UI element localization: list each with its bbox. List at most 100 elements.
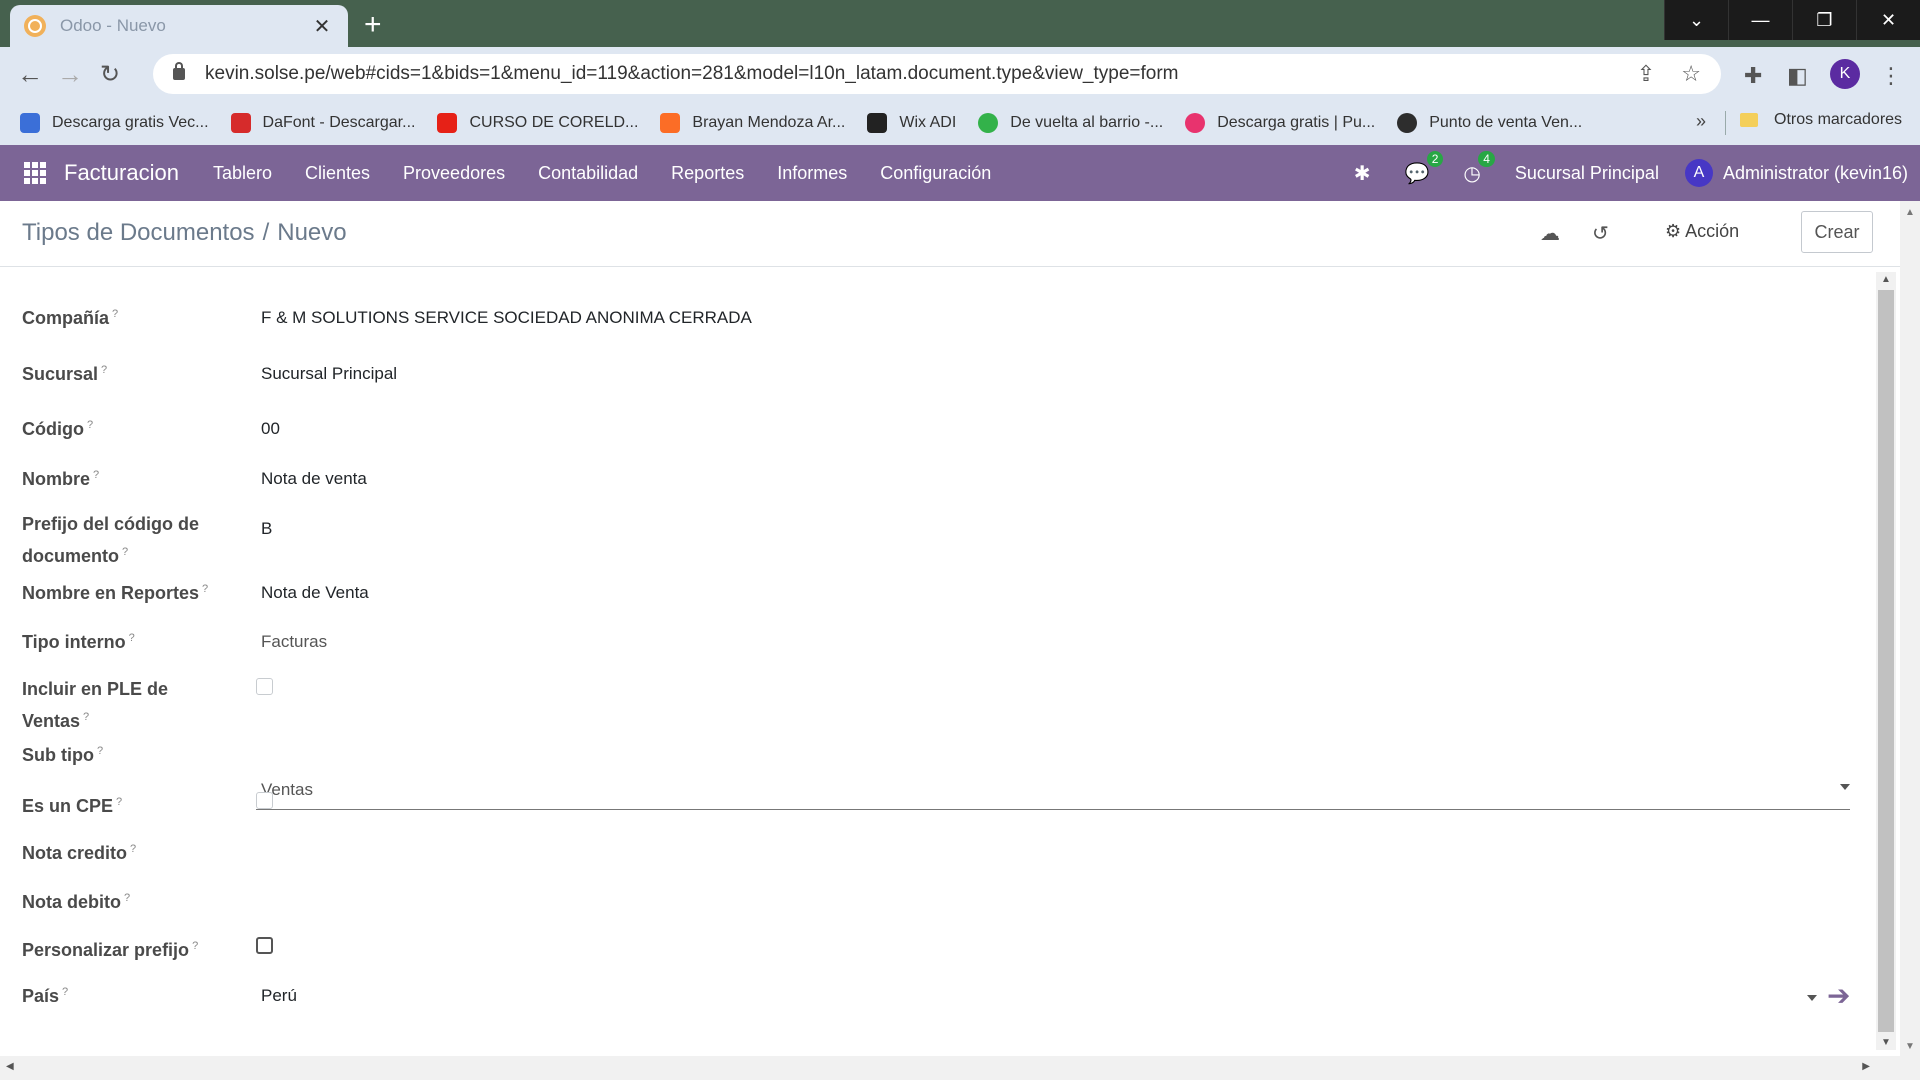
folder-icon	[1740, 113, 1758, 127]
personalizar-prefijo-checkbox[interactable]	[256, 937, 273, 954]
scroll-down-icon[interactable]: ▼	[1905, 1041, 1915, 1052]
restore-button[interactable]: ❐	[1792, 0, 1856, 40]
control-panel: Tipos de Documentos / Nuevo ☁ ↺ ⚙ Acción C…	[0, 201, 1900, 267]
help-tooltip-icon[interactable]: ?	[130, 843, 136, 855]
help-tooltip-icon[interactable]: ?	[122, 546, 128, 558]
bookmark-item[interactable]: Wix ADI	[867, 113, 956, 133]
tab-search-icon[interactable]: ⌄	[1664, 0, 1728, 40]
debug-bug-icon[interactable]: ✱	[1354, 161, 1371, 186]
bookmark-item[interactable]: Descarga gratis Vec...	[20, 113, 209, 133]
forward-icon[interactable]: →	[50, 59, 90, 90]
nombre-field[interactable]: Nota de venta	[261, 469, 367, 489]
help-tooltip-icon[interactable]: ?	[62, 986, 68, 998]
help-tooltip-icon[interactable]: ?	[101, 364, 107, 376]
scroll-up-icon[interactable]: ▲	[1905, 207, 1915, 218]
help-tooltip-icon[interactable]: ?	[112, 308, 118, 320]
other-bookmarks[interactable]: Otros marcadores	[1740, 111, 1902, 129]
new-tab-button[interactable]: +	[364, 8, 382, 42]
minimize-button[interactable]: —	[1728, 0, 1792, 40]
help-tooltip-icon[interactable]: ?	[83, 711, 89, 723]
help-tooltip-icon[interactable]: ?	[87, 419, 93, 431]
sub-tipo-select[interactable]: Ventas	[256, 770, 1850, 810]
pais-label: País?	[22, 986, 69, 1006]
help-tooltip-icon[interactable]: ?	[116, 796, 122, 808]
share-icon[interactable]: ⇪	[1637, 61, 1655, 87]
scrollbar-thumb[interactable]	[1878, 290, 1894, 1032]
back-icon[interactable]: ←	[10, 59, 50, 90]
branch-switcher[interactable]: Sucursal Principal	[1515, 163, 1659, 184]
save-cloud-icon[interactable]: ☁	[1540, 221, 1560, 246]
close-window-button[interactable]: ✕	[1856, 0, 1920, 40]
reload-icon[interactable]: ↻	[90, 60, 130, 89]
external-link-arrow-icon[interactable]: ➔	[1827, 979, 1850, 1012]
wix-icon	[867, 113, 888, 133]
menu-contabilidad[interactable]: Contabilidad	[538, 163, 638, 184]
messages-icon[interactable]: 💬 2	[1405, 150, 1444, 186]
bookmark-star-icon[interactable]: ☆	[1681, 61, 1701, 87]
url-bar[interactable]: kevin.solse.pe/web#cids=1&bids=1&menu_id…	[153, 54, 1721, 94]
bookmark-label: DaFont - Descargar...	[262, 114, 416, 131]
incluir-ple-checkbox[interactable]	[256, 678, 273, 695]
bookmark-favicon-icon	[1397, 113, 1418, 133]
bookmark-item[interactable]: De vuelta al barrio -...	[978, 113, 1163, 133]
help-tooltip-icon[interactable]: ?	[97, 745, 103, 757]
nota-credito-label: Nota credito?	[22, 843, 137, 863]
compania-field[interactable]: F & M SOLUTIONS SERVICE SOCIEDAD ANONIMA…	[261, 308, 752, 328]
form-vertical-scrollbar[interactable]: ▲ ▼	[1876, 272, 1896, 1050]
bookmark-item[interactable]: Brayan Mendoza Ar...	[660, 113, 845, 133]
menu-proveedores[interactable]: Proveedores	[403, 163, 505, 184]
menu-tablero[interactable]: Tablero	[213, 163, 272, 184]
more-bookmarks-icon[interactable]: »	[1696, 111, 1706, 132]
help-tooltip-icon[interactable]: ?	[192, 940, 198, 952]
close-tab-icon[interactable]: ✕	[310, 14, 334, 39]
help-tooltip-icon[interactable]: ?	[93, 469, 99, 481]
horizontal-scrollbar[interactable]: ◀ ▶	[0, 1056, 1900, 1080]
prefijo-field[interactable]: B	[261, 519, 272, 539]
user-menu[interactable]: Administrator (kevin16)	[1723, 163, 1908, 184]
profile-avatar[interactable]: K	[1830, 59, 1860, 89]
help-tooltip-icon[interactable]: ?	[129, 632, 135, 644]
sucursal-label: Sucursal?	[22, 364, 108, 384]
nombre-reportes-field[interactable]: Nota de Venta	[261, 583, 369, 603]
app-name[interactable]: Facturacion	[64, 160, 179, 186]
tipo-interno-field: Facturas	[261, 632, 328, 651]
activities-badge: 4	[1478, 150, 1495, 167]
gitlab-icon	[660, 113, 681, 133]
pais-field[interactable]: Perú	[261, 986, 297, 1006]
side-panel-icon[interactable]: ◧	[1787, 63, 1808, 89]
help-tooltip-icon[interactable]: ?	[124, 892, 130, 904]
menu-configuracion[interactable]: Configuración	[880, 163, 991, 184]
extensions-icon[interactable]: ✚	[1744, 63, 1762, 89]
es-cpe-checkbox[interactable]	[256, 792, 273, 809]
create-button[interactable]: Crear	[1801, 211, 1873, 253]
url-text[interactable]: kevin.solse.pe/web#cids=1&bids=1&menu_id…	[205, 63, 1611, 85]
page-vertical-scrollbar[interactable]: ▲ ▼	[1900, 201, 1920, 1080]
apps-menu-icon[interactable]	[24, 162, 46, 184]
menu-reportes[interactable]: Reportes	[671, 163, 744, 184]
bookmark-item[interactable]: Punto de venta Ven...	[1397, 113, 1582, 133]
dropdown-caret-icon[interactable]	[1807, 995, 1817, 1001]
sucursal-field[interactable]: Sucursal Principal	[261, 364, 397, 384]
menu-clientes[interactable]: Clientes	[305, 163, 370, 184]
tab-title: Odoo - Nuevo	[60, 16, 166, 35]
scroll-down-icon[interactable]: ▼	[1881, 1037, 1891, 1048]
breadcrumb: Tipos de Documentos / Nuevo	[22, 219, 347, 247]
scroll-right-icon[interactable]: ▶	[1862, 1061, 1870, 1072]
bookmark-item[interactable]: Descarga gratis | Pu...	[1185, 113, 1375, 133]
scroll-left-icon[interactable]: ◀	[6, 1061, 14, 1072]
menu-informes[interactable]: Informes	[777, 163, 847, 184]
help-tooltip-icon[interactable]: ?	[202, 583, 208, 595]
browser-tabbar: Odoo - Nuevo ✕ + ⌄ — ❐ ✕	[0, 0, 1920, 47]
bookmark-item[interactable]: DaFont - Descargar...	[230, 113, 416, 133]
user-avatar[interactable]: A	[1684, 159, 1713, 187]
chrome-menu-icon[interactable]: ⋮	[1880, 63, 1902, 89]
action-menu[interactable]: ⚙ Acción	[1665, 221, 1739, 242]
breadcrumb-parent[interactable]: Tipos de Documentos	[22, 219, 255, 246]
bookmark-item[interactable]: CURSO DE CORELD...	[437, 113, 638, 133]
discard-undo-icon[interactable]: ↺	[1592, 221, 1609, 246]
browser-tab[interactable]: Odoo - Nuevo ✕	[10, 5, 348, 47]
codigo-field[interactable]: 00	[261, 419, 280, 439]
activities-clock-icon[interactable]: ◷ 4	[1463, 150, 1495, 186]
scroll-up-icon[interactable]: ▲	[1881, 274, 1891, 285]
lock-icon[interactable]	[173, 62, 185, 80]
